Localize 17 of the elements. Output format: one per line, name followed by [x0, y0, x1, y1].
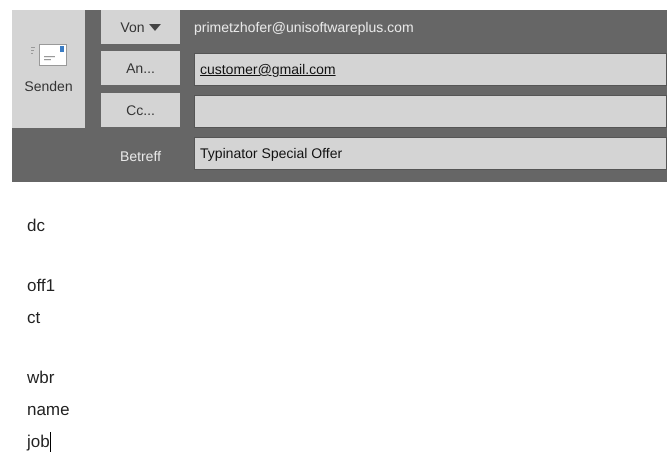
to-field[interactable]: customer@gmail.com [194, 53, 667, 86]
cc-field[interactable] [194, 95, 667, 128]
envelope-icon [30, 42, 66, 68]
body-line: off1 [27, 275, 56, 297]
from-button[interactable]: Von [101, 10, 180, 44]
text-cursor [50, 432, 51, 452]
sender-address: primetzhofer@unisoftwareplus.com [194, 18, 414, 37]
subject-label: Betreff [119, 147, 162, 166]
body-line: wbr [27, 367, 56, 389]
body-line: ct [27, 307, 42, 329]
to-button[interactable]: An... [101, 51, 180, 85]
cc-button[interactable]: Cc... [101, 93, 180, 127]
body-line: name [27, 399, 71, 421]
body-line: job [27, 431, 50, 453]
send-button[interactable]: Senden [12, 10, 85, 128]
body-line: dc [27, 215, 46, 237]
subject-field[interactable]: Typinator Special Offer [194, 137, 667, 170]
